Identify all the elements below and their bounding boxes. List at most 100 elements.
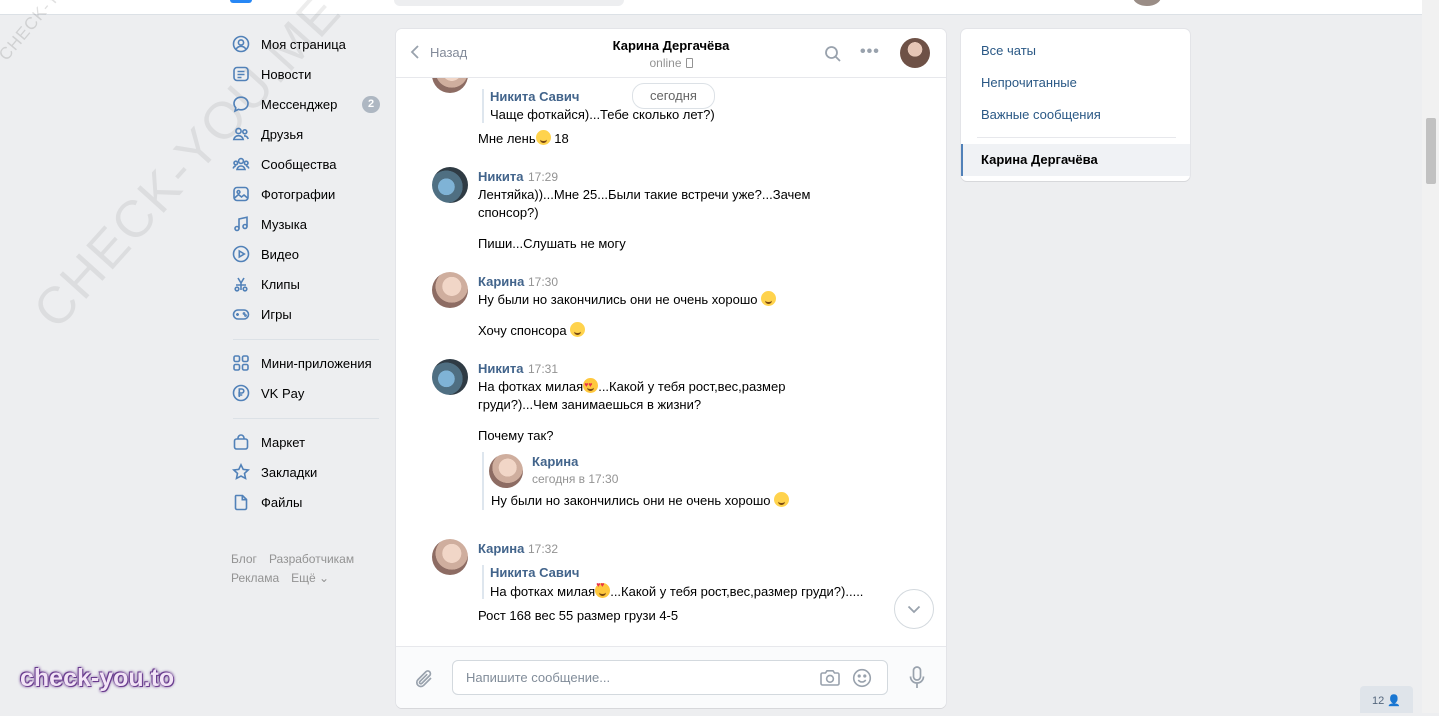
message-text: Мне лень 18 (478, 130, 569, 148)
forwarded-author[interactable]: Карина (532, 454, 578, 469)
chevron-down-icon (907, 605, 921, 613)
message-author[interactable]: Никита (478, 361, 523, 376)
filter-important[interactable]: Важные сообщения (981, 107, 1101, 122)
nav-item-market[interactable]: Маркет (229, 427, 384, 457)
active-chat-item[interactable]: Карина Дергачёва (961, 144, 1190, 176)
smile-icon (852, 668, 872, 688)
message-text: Почему так? (478, 428, 554, 443)
emoji-button[interactable] (852, 668, 872, 688)
footer-link-more[interactable]: Ещё ⌄ (291, 571, 329, 585)
nav-item-bookmarks[interactable]: Закладки (229, 457, 384, 487)
nav-item-communities[interactable]: Сообщества (229, 149, 384, 179)
message-avatar[interactable] (432, 539, 468, 575)
chat-search-button[interactable] (824, 45, 842, 63)
message-text-part: 18 (550, 131, 569, 146)
message-avatar[interactable] (432, 272, 468, 308)
forwarded-message[interactable]: Никита Савич На фотках милая ...Какой у т… (482, 565, 874, 599)
panel-divider (977, 137, 1176, 138)
footer-link-ads[interactable]: Реклама (231, 571, 279, 585)
message-text-part: Ну были но закончились они не очень хоро… (478, 292, 762, 307)
person-icon: 👤 (1387, 695, 1401, 707)
message-text: Хочу спонсора (478, 322, 586, 340)
gamepad-icon (232, 305, 250, 323)
nav-item-vk-pay[interactable]: VK Pay (229, 378, 384, 408)
vk-logo[interactable] (230, 0, 252, 3)
nav-label: Фотографии (261, 186, 336, 202)
message-text-part: На фотках милая (478, 379, 584, 394)
date-divider-pill: сегодня (632, 83, 715, 109)
grid-apps-icon (232, 354, 250, 372)
scroll-to-bottom-button[interactable] (894, 589, 934, 629)
message-text: Лентяйка))...Мне 25...Были такие встречи… (478, 187, 811, 220)
nav-item-files[interactable]: Файлы (229, 487, 384, 517)
attach-button[interactable] (414, 667, 436, 691)
forwarded-text-part: ...Какой у тебя рост,вес,размер груди?).… (610, 584, 864, 599)
message-time: 17:32 (528, 542, 559, 556)
forwarded-message[interactable]: Карина сегодня в 17:30 Ну были но законч… (482, 452, 824, 510)
nav-label: Сообщества (261, 156, 337, 172)
nav-divider (233, 339, 379, 340)
voice-message-button[interactable] (908, 665, 926, 691)
left-navigation: Моя страница Новости Мессенджер 2 Друзья… (229, 29, 384, 517)
footer-link-blog[interactable]: Блог (231, 552, 257, 566)
paperclip-icon (415, 670, 432, 688)
forwarded-author[interactable]: Никита Савич (490, 565, 579, 580)
grinning-sweat-emoji-icon (774, 492, 790, 507)
nav-item-messenger[interactable]: Мессенджер 2 (229, 89, 384, 119)
chat-peer-avatar[interactable] (900, 38, 930, 68)
message-author[interactable]: Никита (478, 169, 523, 184)
nav-label: Файлы (261, 494, 303, 510)
photos-icon (232, 185, 250, 203)
profile-avatar-menu[interactable] (1133, 0, 1161, 6)
message-author[interactable]: Карина (478, 541, 524, 556)
nav-item-friends[interactable]: Друзья (229, 119, 384, 149)
ruble-coin-icon (232, 384, 250, 402)
message-avatar[interactable] (432, 359, 468, 395)
nav-item-games[interactable]: Игры (229, 299, 384, 329)
communities-icon (232, 155, 250, 173)
friends-icon (232, 125, 250, 143)
nav-item-my-page[interactable]: Моя страница (229, 29, 384, 59)
chat-panel: Назад Карина Дергачёва online ••• сегодн… (396, 29, 946, 708)
forwarded-text: Чаще фоткайся)...Тебе сколько лет?) (490, 107, 715, 122)
nav-item-photos[interactable]: Фотографии (229, 179, 384, 209)
nav-item-clips[interactable]: Клипы (229, 269, 384, 299)
filter-unread[interactable]: Непрочитанные (981, 75, 1077, 90)
message-avatar[interactable] (432, 167, 468, 203)
user-circle-icon (232, 35, 250, 53)
scrollbar-thumb[interactable] (1426, 118, 1436, 184)
nav-label: Клипы (261, 276, 300, 292)
nav-item-mini-apps[interactable]: Мини-приложения (229, 348, 384, 378)
grinning-sweat-emoji-icon (761, 291, 777, 306)
chat-filters-panel: Все чаты Непрочитанные Важные сообщения … (961, 29, 1190, 181)
forwarded-text-part: Ну были но закончились они не очень хоро… (491, 493, 775, 508)
camera-button[interactable] (819, 669, 841, 687)
nav-label: VK Pay (261, 385, 305, 401)
global-search-field[interactable] (394, 0, 624, 6)
forwarded-author[interactable]: Никита Савич (490, 89, 579, 104)
page-scrollbar[interactable] (1422, 0, 1439, 713)
search-icon (825, 46, 841, 62)
message-author[interactable]: Карина (478, 274, 524, 289)
chat-bubble-icon (232, 95, 250, 113)
more-options-button[interactable]: ••• (860, 44, 880, 63)
chat-header: Назад Карина Дергачёва online ••• (396, 29, 946, 78)
unread-count-badge: 2 (362, 96, 380, 113)
message-text: Ну были но закончились они не очень хоро… (478, 291, 777, 309)
nav-item-news[interactable]: Новости (229, 59, 384, 89)
nav-label: Закладки (261, 464, 318, 480)
camera-icon (820, 670, 840, 686)
heart-eyes-emoji-icon (595, 582, 611, 598)
message-time: 17:30 (528, 275, 559, 289)
watermark-corner: check-you.to (20, 664, 175, 692)
top-bar (0, 0, 1422, 15)
nav-item-music[interactable]: Музыка (229, 209, 384, 239)
message-text-part: Хочу спонсора (478, 323, 571, 338)
online-friends-counter[interactable]: 12 👤 (1360, 686, 1413, 713)
footer-link-developers[interactable]: Разработчикам (269, 552, 354, 566)
filter-all-chats[interactable]: Все чаты (981, 43, 1036, 58)
forwarded-text-part: На фотках милая (490, 584, 596, 599)
nav-item-video[interactable]: Видео (229, 239, 384, 269)
message-composer (396, 646, 946, 708)
forwarded-avatar[interactable] (489, 454, 523, 488)
